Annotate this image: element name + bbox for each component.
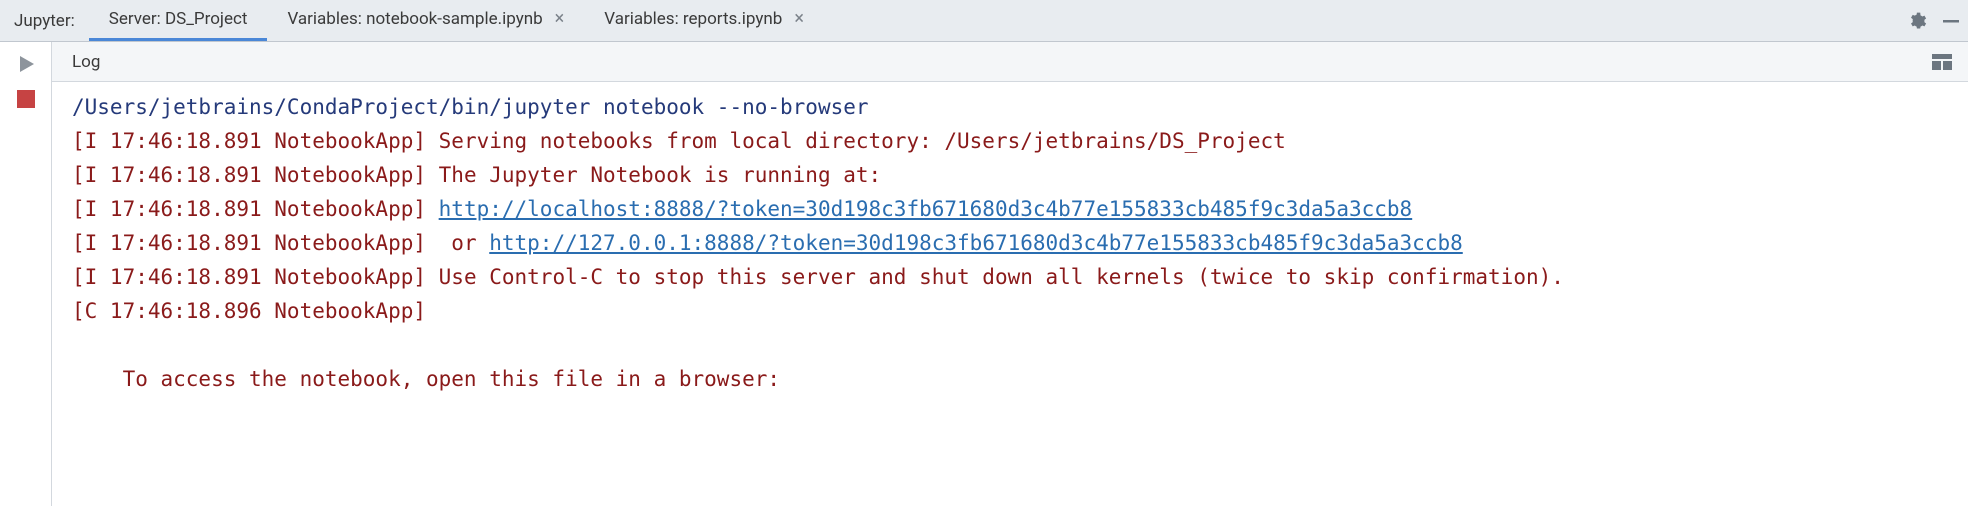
run-icon[interactable] bbox=[16, 54, 36, 74]
tab-variables-notebook-sample[interactable]: Variables: notebook-sample.ipynb × bbox=[267, 0, 584, 41]
tab-label: Server: DS_Project bbox=[109, 9, 248, 29]
tab-label: Variables: notebook-sample.ipynb bbox=[287, 9, 542, 29]
console-output[interactable]: /Users/jetbrains/CondaProject/bin/jupyte… bbox=[52, 82, 1968, 506]
server-url-localhost[interactable]: http://localhost:8888/?token=30d198c3fb6… bbox=[439, 197, 1413, 221]
log-header: Log bbox=[52, 42, 1968, 82]
log-tab-label: Log bbox=[72, 52, 100, 72]
log-line: [I 17:46:18.891 NotebookApp] bbox=[72, 197, 439, 221]
stop-icon[interactable] bbox=[17, 90, 35, 108]
log-command: /Users/jetbrains/CondaProject/bin/jupyte… bbox=[72, 95, 869, 119]
jupyter-panel-tabbar: Jupyter: Server: DS_Project Variables: n… bbox=[0, 0, 1968, 42]
gear-icon[interactable] bbox=[1900, 0, 1934, 41]
log-line: [I 17:46:18.891 NotebookApp] Use Control… bbox=[72, 265, 1564, 289]
server-url-ip[interactable]: http://127.0.0.1:8888/?token=30d198c3fb6… bbox=[489, 231, 1463, 255]
log-line: [I 17:46:18.891 NotebookApp] Serving not… bbox=[72, 129, 1286, 153]
minimize-icon[interactable] bbox=[1934, 0, 1968, 41]
log-line: [I 17:46:18.891 NotebookApp] The Jupyter… bbox=[72, 163, 881, 187]
close-icon[interactable]: × bbox=[555, 10, 565, 28]
layout-settings-icon[interactable] bbox=[1932, 54, 1952, 70]
tab-server[interactable]: Server: DS_Project bbox=[89, 0, 268, 41]
log-line: [C 17:46:18.896 NotebookApp] bbox=[72, 299, 426, 323]
panel-title: Jupyter: bbox=[14, 0, 89, 41]
tab-variables-reports[interactable]: Variables: reports.ipynb × bbox=[584, 0, 824, 41]
left-gutter bbox=[0, 42, 52, 506]
tab-label: Variables: reports.ipynb bbox=[604, 9, 782, 29]
log-line: To access the notebook, open this file i… bbox=[72, 367, 780, 391]
main-area: Log /Users/jetbrains/CondaProject/bin/ju… bbox=[0, 42, 1968, 506]
log-panel: Log /Users/jetbrains/CondaProject/bin/ju… bbox=[52, 42, 1968, 506]
log-line: [I 17:46:18.891 NotebookApp] or bbox=[72, 231, 489, 255]
close-icon[interactable]: × bbox=[794, 10, 804, 28]
